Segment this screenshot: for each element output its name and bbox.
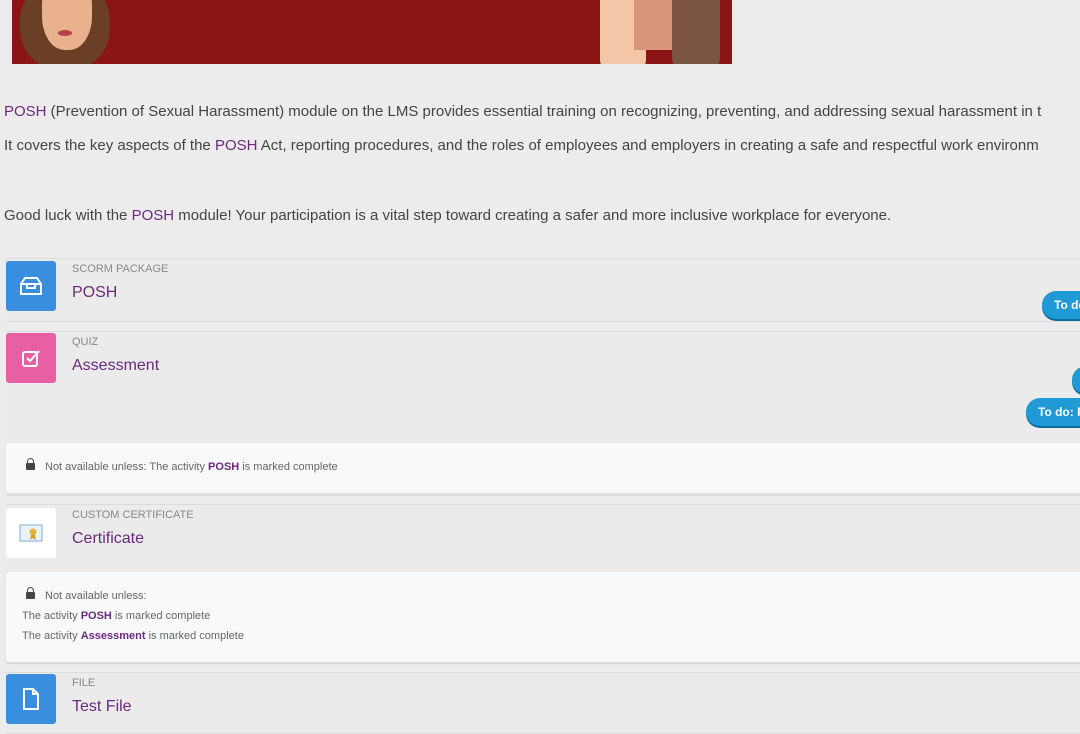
activity-link-posh[interactable]: POSH [72, 284, 117, 302]
posh-banner-image [12, 0, 732, 64]
activity-link-test-file[interactable]: Test File [72, 698, 132, 716]
activity-type-label: FILE [72, 677, 96, 689]
file-icon[interactable] [6, 674, 56, 724]
package-icon[interactable] [6, 261, 56, 311]
description-paragraph-3: Good luck with the POSH module! Your par… [4, 207, 892, 224]
restriction-notice: Not available unless: The activity POSH … [6, 572, 1080, 662]
activity-certificate: CUSTOM CERTIFICATE Certificate Not avail… [6, 504, 1080, 664]
activity-file: FILE Test File [6, 672, 1080, 734]
activity-type-label: SCORM PACKAGE [72, 263, 169, 275]
restriction-notice: Not available unless: The activity POSH … [6, 443, 1080, 493]
lock-icon [26, 587, 35, 600]
certificate-icon[interactable] [6, 508, 56, 558]
description-paragraph-1: POSH (Prevention of Sexual Harassment) m… [4, 103, 1042, 120]
activity-link-assessment[interactable]: Assessment [72, 357, 159, 375]
todo-badge[interactable]: To do: P [1026, 398, 1080, 426]
activity-scorm-posh: SCORM PACKAGE POSH To do [6, 258, 1080, 322]
activity-type-label: QUIZ [72, 336, 99, 348]
description-paragraph-2: It covers the key aspects of the POSH Ac… [4, 137, 1039, 154]
checkbox-icon[interactable] [6, 333, 56, 383]
todo-badge-partial[interactable] [1072, 366, 1080, 394]
activity-link-certificate[interactable]: Certificate [72, 530, 144, 548]
todo-badge[interactable]: To do [1042, 291, 1080, 319]
activity-quiz-assessment: QUIZ Assessment To do: P Not available u… [6, 331, 1080, 496]
activity-type-label: CUSTOM CERTIFICATE [72, 509, 194, 521]
lock-icon [26, 458, 35, 471]
